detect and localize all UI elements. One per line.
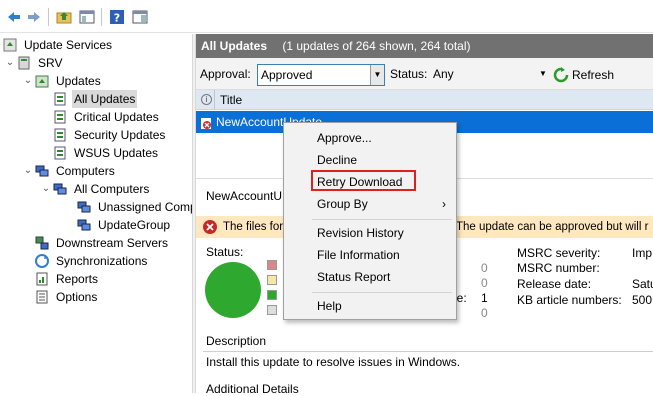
chevron-down-icon[interactable]: ⌄ [40,180,52,198]
submenu-arrow-icon: › [442,197,446,211]
refresh-button[interactable]: Refresh [553,65,614,85]
action-pane-icon[interactable] [130,7,150,27]
msrc-severity-value: Imp [632,246,653,260]
kb-article-value: 500 [632,293,653,307]
title-column-header[interactable]: Title [220,90,242,110]
status-pie-chart [205,262,261,318]
highlight-box [311,170,416,191]
status-value: Any [433,67,454,81]
view-header: All Updates (1 updates of 264 shown, 264… [196,34,653,58]
tree-item-update-services[interactable]: Update Services [2,36,114,54]
release-date-label: Release date: [517,277,592,291]
menu-item-approve[interactable]: Approve... [284,127,456,149]
description-text: Install this update to resolve issues in… [206,355,461,369]
view-title: All Updates [201,39,268,53]
forward-icon[interactable] [24,7,44,27]
count-installed: 1 [481,291,488,305]
legend-swatch-failed [267,260,277,270]
computer-group-icon [76,199,92,215]
chevron-down-icon[interactable]: ⌄ [4,54,16,72]
tree-item-srv[interactable]: ⌄ SRV [4,54,64,72]
group-by-label: Group By [317,197,368,211]
tree-item-wsus-updates[interactable]: WSUS Updates [46,144,160,162]
computers-icon [34,163,50,179]
server-icon [16,55,32,71]
legend-swatch-needed [267,275,277,285]
legend-swatch-installed [267,290,277,300]
detail-update-name: NewAccountU [206,189,283,203]
folder-up-icon[interactable] [54,7,74,27]
count-failed: 0 [481,261,488,275]
menu-item-help[interactable]: Help [284,295,456,317]
chevron-down-icon[interactable]: ▼ [536,64,550,84]
msrc-number-label: MSRC number: [517,261,600,275]
tree-item-options[interactable]: Options [34,288,99,306]
chevron-down-icon[interactable]: ⌄ [22,162,34,180]
tree-item-update-group[interactable]: UpdateGroup [70,216,172,234]
update-view-icon [52,127,68,143]
tree-item-unassigned-computers[interactable]: Unassigned Comp [70,198,199,216]
msrc-severity-label: MSRC severity: [517,246,601,260]
info-icon: i [201,94,212,105]
warning-text-left: The files for [223,221,284,233]
computer-group-icon [52,181,68,197]
warning-text-right: The update can be approved but will r [456,221,649,233]
tree-item-security-updates[interactable]: Security Updates [46,126,167,144]
tree-item-computers[interactable]: ⌄ Computers [22,162,117,180]
svg-text:?: ? [114,12,120,25]
release-date-value: Satu [632,277,653,291]
context-menu: Approve... Decline Retry Download Group … [283,122,457,320]
tree-item-critical-updates[interactable]: Critical Updates [46,108,161,126]
description-heading: Description [206,334,267,348]
refresh-icon [553,67,569,83]
tree-item-all-updates[interactable]: All Updates [46,90,138,108]
options-icon [34,289,50,305]
help-icon[interactable]: ? [107,7,127,27]
show-hide-tree-icon[interactable] [77,7,97,27]
menu-item-group-by[interactable]: Group By › [284,193,456,215]
downstream-servers-icon [34,235,50,251]
navigation-tree: Update Services ⌄ SRV ⌄ Updates All Upda… [0,34,197,393]
info-column-header[interactable]: i [201,90,212,110]
update-services-icon [2,37,18,53]
computer-group-icon [76,217,92,233]
count-no-status: 0 [481,306,488,320]
tree-item-synchronizations[interactable]: Synchronizations [34,252,149,270]
sync-icon [34,253,50,269]
additional-details-heading: Additional Details [206,382,299,396]
update-status-icon [200,115,213,129]
updates-folder-icon [34,73,50,89]
filter-bar: Approval: Approved ▼ Status: Any ▼ Refre… [196,58,653,90]
update-view-icon [52,91,68,107]
view-summary: (1 updates of 264 shown, 264 total) [282,39,471,53]
update-view-icon [52,145,68,161]
toolbar: ? [0,0,653,33]
approval-dropdown[interactable]: Approved ▼ [257,64,385,86]
tree-item-reports[interactable]: Reports [34,270,100,288]
list-column-header: i Title [196,90,653,110]
status-label: Status: [390,67,428,81]
approval-value: Approved [261,68,313,82]
update-view-icon [52,109,68,125]
menu-item-revision-history[interactable]: Revision History [284,222,456,244]
chevron-down-icon[interactable]: ▼ [370,65,384,85]
status-heading: Status: [206,245,244,259]
tree-item-downstream-servers[interactable]: Downstream Servers [34,234,170,252]
menu-item-file-information[interactable]: File Information [284,244,456,266]
back-icon[interactable] [4,7,24,27]
tree-item-all-computers[interactable]: ⌄ All Computers [40,180,151,198]
tree-item-updates[interactable]: ⌄ Updates [22,72,103,90]
legend-swatch-no-status [267,305,277,315]
count-needed: 0 [481,276,488,290]
error-icon [202,219,218,235]
approval-label: Approval: [200,67,251,81]
refresh-label: Refresh [572,68,615,82]
reports-icon [34,271,50,287]
kb-article-label: KB article numbers: [517,293,622,307]
chevron-down-icon[interactable]: ⌄ [22,72,34,90]
menu-item-decline[interactable]: Decline [284,149,456,171]
menu-item-status-report[interactable]: Status Report [284,266,456,288]
status-dropdown[interactable]: Any ▼ [430,64,550,86]
